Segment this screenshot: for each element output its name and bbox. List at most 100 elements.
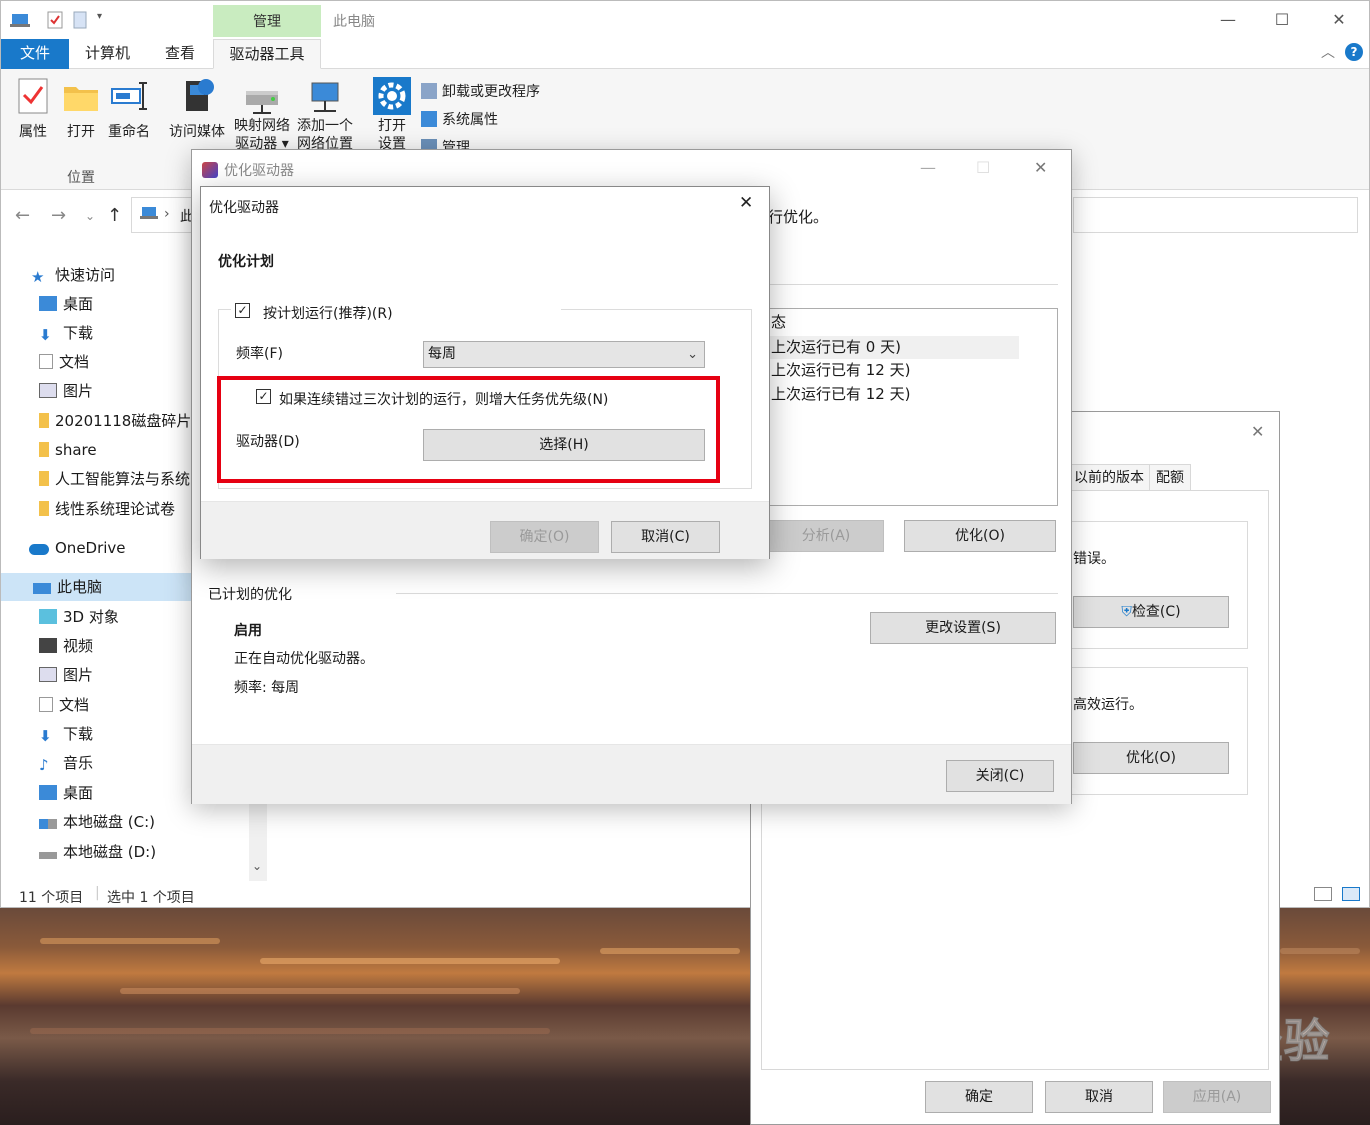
forward-icon[interactable]: → xyxy=(51,205,66,226)
od-description: 行优化。 xyxy=(768,208,829,226)
new-folder-qat-icon[interactable] xyxy=(73,11,87,33)
frequency-value: 每周 xyxy=(428,346,456,362)
od-close-icon[interactable]: ✕ xyxy=(1034,158,1047,177)
props-ok-button[interactable]: 确定 xyxy=(925,1081,1033,1113)
open-button[interactable]: 打开 xyxy=(61,77,101,141)
shield-icon: ⛨ xyxy=(1121,604,1132,620)
nav-label: 文档 xyxy=(59,696,90,714)
tab-quota[interactable]: 配额 xyxy=(1149,464,1191,490)
system-properties-link[interactable]: 系统属性 xyxy=(421,109,498,129)
back-icon[interactable]: ← xyxy=(15,205,30,226)
od-footer: 关闭(C) xyxy=(192,744,1071,804)
tab-view[interactable]: 查看 xyxy=(151,39,209,69)
location-group-label: 位置 xyxy=(67,170,95,186)
run-schedule-checkbox[interactable]: ✓ xyxy=(235,303,250,318)
nav-label: 下载 xyxy=(63,725,94,743)
modal-close-icon[interactable]: ✕ xyxy=(739,193,753,213)
frequency-select[interactable]: 每周 ⌄ xyxy=(423,341,705,368)
list-item[interactable]: 上次运行已有 12 天) xyxy=(769,383,1019,406)
group-legend: ✓ 按计划运行(推荐)(R) xyxy=(231,299,561,322)
check-button[interactable]: ⛨检查(C) xyxy=(1073,596,1229,628)
rename-icon xyxy=(110,77,148,115)
list-item[interactable]: 上次运行已有 0 天) xyxy=(769,336,1019,359)
recent-dropdown-icon[interactable]: ⌄ xyxy=(85,209,95,223)
nav-disk-d[interactable]: 本地磁盘 (D:) xyxy=(39,838,231,866)
nav-label: 下载 xyxy=(63,324,94,342)
od-minimize-icon[interactable]: — xyxy=(920,158,936,177)
chevron-down-icon: ⌄ xyxy=(687,347,698,362)
highlight-annotation xyxy=(217,376,720,483)
modal-ok-button[interactable]: 确定(O) xyxy=(490,521,599,553)
title-bar: ▾ 管理 此电脑 — ☐ ✕ xyxy=(1,1,1369,39)
tab-previous-versions[interactable]: 以前的版本 xyxy=(1067,464,1151,490)
maximize-icon[interactable]: ☐ xyxy=(1259,7,1305,33)
music-icon: ♪ xyxy=(39,756,49,774)
uninstall-programs-link[interactable]: 卸载或更改程序 xyxy=(421,81,540,101)
tab-file[interactable]: 文件 xyxy=(1,39,69,69)
nav-this-pc[interactable]: 此电脑 xyxy=(1,573,193,601)
up-icon[interactable]: ↑ xyxy=(107,205,122,226)
open-settings-button[interactable]: 打开 设置 xyxy=(371,77,413,153)
status-separator: | xyxy=(95,885,100,901)
props-apply-button[interactable]: 应用(A) xyxy=(1163,1081,1271,1113)
list-item[interactable]: 上次运行已有 12 天) xyxy=(769,359,1019,382)
add-location-label: 添加一个 xyxy=(297,118,353,134)
folder-icon xyxy=(39,413,49,428)
programs-icon xyxy=(421,83,437,99)
nav-label: 图片 xyxy=(63,382,94,400)
open-settings-label: 打开 xyxy=(378,118,406,134)
desktop-icon xyxy=(39,785,57,800)
props-close-icon[interactable]: ✕ xyxy=(1251,422,1264,441)
properties-qat-icon[interactable] xyxy=(47,11,63,33)
rename-label: 重命名 xyxy=(108,124,150,140)
collapse-ribbon-icon[interactable]: ︿ xyxy=(1321,42,1335,62)
ribbon-tabs: 文件 计算机 查看 驱动器工具 ︿ ? xyxy=(1,39,1369,69)
efficient-text: 高效运行。 xyxy=(1073,697,1143,713)
rename-button[interactable]: 重命名 xyxy=(105,77,153,141)
nav-disk-c[interactable]: 本地磁盘 (C:) xyxy=(39,808,231,836)
close-icon[interactable]: ✕ xyxy=(1316,7,1362,33)
map-drive-label: 映射网络 xyxy=(234,118,290,134)
breadcrumb-separator-icon: › xyxy=(164,206,170,222)
change-settings-button[interactable]: 更改设置(S) xyxy=(870,612,1056,644)
optimize-button[interactable]: 优化(O) xyxy=(904,520,1056,552)
modal-footer: 确定(O) 取消(C) xyxy=(201,501,769,559)
tab-drive-tools[interactable]: 驱动器工具 xyxy=(213,39,321,69)
details-view-icon[interactable] xyxy=(1314,887,1332,901)
drive-icon xyxy=(39,852,57,859)
search-input[interactable] xyxy=(1073,197,1358,233)
analyze-button[interactable]: 分析(A) xyxy=(768,520,884,552)
drives-list[interactable]: 态 上次运行已有 0 天) 上次运行已有 12 天) 上次运行已有 12 天) xyxy=(768,308,1058,506)
manage-context-tab[interactable]: 管理 xyxy=(213,5,321,37)
qat-dropdown-icon[interactable]: ▾ xyxy=(97,11,102,22)
nav-label: share xyxy=(55,441,97,459)
gear-icon xyxy=(373,77,411,115)
download-icon: ⬇ xyxy=(39,326,52,344)
film-icon xyxy=(39,638,57,653)
run-schedule-label[interactable]: 按计划运行(推荐)(R) xyxy=(263,303,393,323)
large-icons-view-icon[interactable] xyxy=(1342,887,1360,901)
optimization-schedule-dialog: 优化驱动器 ✕ 优化计划 ✓ 按计划运行(推荐)(R) 频率(F) 每周 ⌄ ✓ … xyxy=(200,186,770,559)
nav-label: 线性系统理论试卷 xyxy=(55,500,176,518)
help-icon[interactable]: ? xyxy=(1345,43,1363,61)
document-icon xyxy=(39,697,53,712)
access-media-button[interactable]: 访问媒体 xyxy=(167,77,227,141)
check-label: 检查(C) xyxy=(1131,604,1181,620)
nav-label: OneDrive xyxy=(55,539,126,557)
props-optimize-button[interactable]: 优化(O) xyxy=(1073,742,1229,774)
nav-scrollbar[interactable]: ⌄ xyxy=(249,801,267,881)
add-network-location-button[interactable]: 添加一个 网络位置 xyxy=(295,77,355,153)
props-cancel-button[interactable]: 取消 xyxy=(1045,1081,1153,1113)
scroll-down-icon[interactable]: ⌄ xyxy=(252,859,262,873)
download-icon: ⬇ xyxy=(39,727,52,745)
map-drive-button[interactable]: 映射网络 驱动器 ▾ xyxy=(231,77,293,153)
close-button[interactable]: 关闭(C) xyxy=(946,760,1054,792)
tab-computer[interactable]: 计算机 xyxy=(71,39,144,69)
properties-button[interactable]: 属性 xyxy=(13,77,53,141)
modal-title: 优化驱动器 xyxy=(209,200,279,216)
plan-heading: 优化计划 xyxy=(218,254,274,270)
nav-label: 图片 xyxy=(63,666,94,684)
minimize-icon[interactable]: — xyxy=(1205,7,1251,33)
modal-cancel-button[interactable]: 取消(C) xyxy=(611,521,720,553)
pc-small-icon xyxy=(140,206,158,224)
